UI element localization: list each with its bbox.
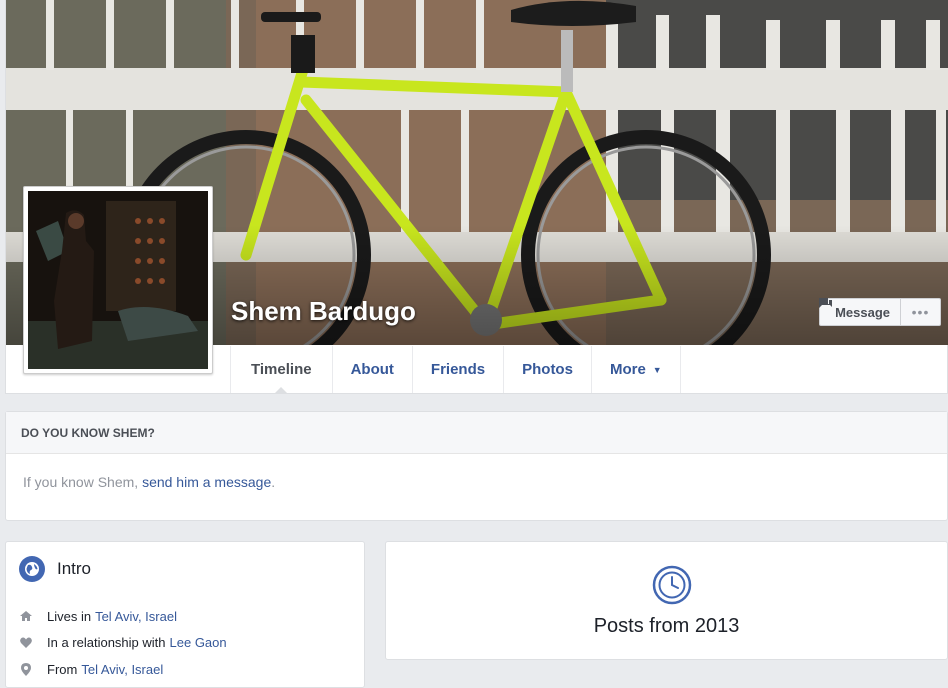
intro-list: Lives in Tel Aviv, Israel In a relations… [19,603,227,683]
profile-tabs: Timeline About Friends Photos More ▼ [230,346,681,394]
tab-about-label: About [350,361,394,378]
message-button-label: Message [835,304,890,320]
relationship-link[interactable]: Lee Gaon [170,635,227,650]
avatar [28,191,208,369]
tab-more-label: More [609,361,646,378]
intro-item-lives-in: Lives in Tel Aviv, Israel [19,603,227,630]
intro-card: Intro Lives in Tel Aviv, Israel In a rel… [5,541,365,688]
hometown-link[interactable]: Tel Aviv, Israel [81,662,163,677]
do-you-know-prefix: If you know Shem, [23,474,143,490]
location-pin-icon [19,662,33,676]
tab-photos-label: Photos [522,361,573,378]
message-button[interactable]: Message [819,298,901,326]
intro-item-from: From Tel Aviv, Israel [19,656,227,683]
intro-header: Intro [19,556,91,582]
lives-in-link[interactable]: Tel Aviv, Israel [95,609,177,624]
tab-friends-label: Friends [430,361,486,378]
clock-icon [652,565,692,610]
intro-item-relationship-prefix: In a relationship with [47,635,166,651]
heart-icon [19,636,33,650]
avatar-image [28,191,208,369]
do-you-know-card: DO YOU KNOW SHEM? If you know Shem, send… [5,411,948,521]
profile-header: Shem Bardugo Message ••• Timeline About … [5,0,948,394]
intro-title: Intro [57,559,92,578]
tab-more[interactable]: More ▼ [592,346,681,393]
more-options-button[interactable]: ••• [901,298,941,326]
posts-label: Posts from 2013 [593,615,740,637]
profile-picture[interactable] [23,186,213,374]
home-icon [19,609,33,623]
caret-down-icon: ▼ [652,364,662,375]
globe-icon [19,556,45,582]
tab-photos[interactable]: Photos [504,346,592,393]
do-you-know-heading: DO YOU KNOW SHEM? [6,412,947,454]
intro-item-relationship: In a relationship with Lee Gaon [19,630,227,657]
do-you-know-text: If you know Shem, send him a message. [6,454,947,510]
tab-timeline[interactable]: Timeline [231,346,333,394]
cover-actions: Message ••• [819,298,941,326]
posts-card[interactable]: Posts from 2013 [385,541,948,660]
send-message-link[interactable]: send him a message [142,474,271,490]
do-you-know-suffix: . [271,474,276,490]
intro-item-lives-in-prefix: Lives in [47,608,92,624]
tab-timeline-label: Timeline [251,361,312,378]
profile-name[interactable]: Shem Bardugo [231,296,416,327]
tab-friends[interactable]: Friends [413,346,505,393]
intro-item-from-prefix: From [47,661,78,677]
tab-about[interactable]: About [333,346,413,393]
